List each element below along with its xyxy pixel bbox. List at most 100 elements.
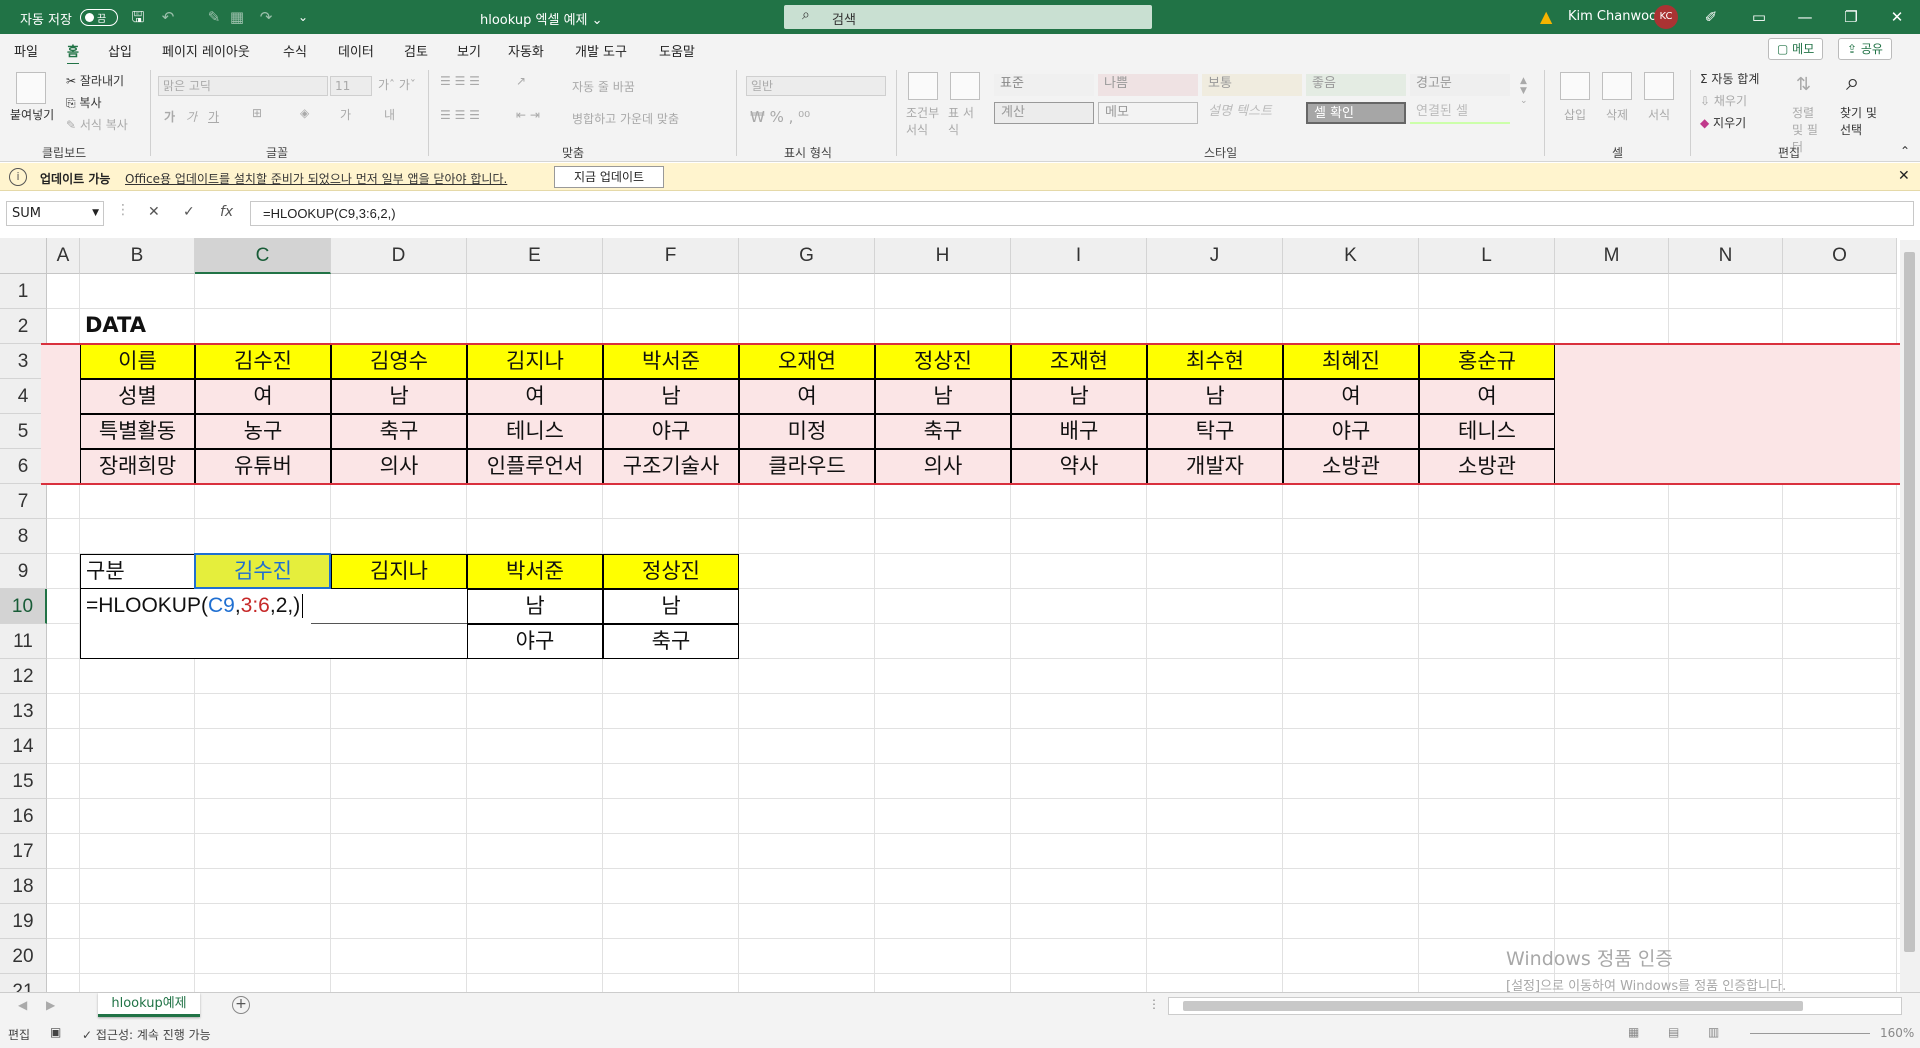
table-cell[interactable]: 장래희망 xyxy=(80,449,195,484)
format-cells-icon[interactable] xyxy=(1644,72,1674,100)
row-header-11[interactable]: 11 xyxy=(0,624,47,659)
delete-cells-icon[interactable] xyxy=(1602,72,1632,100)
phonetic-icon[interactable]: 내 xyxy=(384,106,395,123)
insert-cells-icon[interactable] xyxy=(1560,72,1590,100)
enter-icon[interactable]: ✓ xyxy=(183,204,195,220)
style-explanatory[interactable]: 설명 텍스트 xyxy=(1202,102,1302,124)
style-linked-cell[interactable]: 연결된 셀 xyxy=(1410,102,1510,124)
zoom-slider[interactable] xyxy=(1750,1033,1870,1034)
styles-scroll-icon[interactable]: ▲ ▼ ⌄ xyxy=(1520,76,1528,106)
name-box[interactable]: SUM ▼ xyxy=(6,201,104,226)
zoom-level[interactable]: 160% xyxy=(1880,1026,1914,1040)
name-header-cell[interactable]: 김영수 xyxy=(331,344,467,379)
table-cell[interactable]: 남 xyxy=(1011,379,1147,414)
table-cell[interactable]: 남 xyxy=(875,379,1011,414)
copy-button[interactable]: ⎘ 복사 xyxy=(66,94,102,111)
tab-developer[interactable]: 개발 도구 xyxy=(575,41,627,60)
insert-function-icon[interactable]: fx xyxy=(220,204,233,220)
lookup-header-cell[interactable]: 박서준 xyxy=(467,554,603,589)
table-cell[interactable]: 야구 xyxy=(603,414,739,449)
tab-insert[interactable]: 삽입 xyxy=(108,41,132,60)
name-header-cell[interactable]: 조재현 xyxy=(1011,344,1147,379)
row-header-13[interactable]: 13 xyxy=(0,694,47,729)
close-icon[interactable]: ✕ xyxy=(1874,0,1920,34)
row-header-17[interactable]: 17 xyxy=(0,834,47,869)
table-cell[interactable]: 축구 xyxy=(875,414,1011,449)
lookup-header-cell[interactable]: 김지나 xyxy=(331,554,467,589)
table-cell[interactable]: 의사 xyxy=(875,449,1011,484)
row-header-5[interactable]: 5 xyxy=(0,414,47,449)
collapse-ribbon-icon[interactable]: ⌃ xyxy=(1900,144,1910,158)
row-header-7[interactable]: 7 xyxy=(0,484,47,519)
table-cell[interactable]: 특별활동 xyxy=(80,414,195,449)
table-format-button[interactable]: 표 서식 xyxy=(948,104,974,138)
column-header-h[interactable]: H xyxy=(875,238,1011,274)
indent-icon[interactable]: ⇤ ⇥ xyxy=(516,108,540,122)
table-format-icon[interactable] xyxy=(950,72,980,100)
autosave-toggle[interactable]: 끔 xyxy=(80,9,118,26)
style-bad[interactable]: 나쁨 xyxy=(1098,74,1198,96)
select-all-corner[interactable] xyxy=(0,238,47,274)
column-header-n[interactable]: N xyxy=(1669,238,1783,274)
tab-data[interactable]: 데이터 xyxy=(338,41,374,60)
table-cell[interactable]: 탁구 xyxy=(1147,414,1283,449)
row-header-1[interactable]: 1 xyxy=(0,274,47,309)
name-header-cell[interactable]: 이름 xyxy=(80,344,195,379)
style-good[interactable]: 좋음 xyxy=(1306,74,1406,96)
name-header-cell[interactable]: 김수진 xyxy=(195,344,331,379)
avatar[interactable]: KC xyxy=(1654,5,1678,29)
formula-input[interactable]: =HLOOKUP(C9,3:6,2,) xyxy=(250,201,1914,226)
result-cell[interactable]: 야구 xyxy=(467,624,603,659)
currency-percent-icons[interactable]: ₩ % , ⁰⁰ xyxy=(750,108,810,126)
tab-review[interactable]: 검토 xyxy=(404,41,428,60)
info-message-link[interactable]: Office용 업데이트를 설치할 준비가 되었으나 먼저 일부 앱을 닫아야 … xyxy=(125,170,507,187)
table-cell[interactable]: 성별 xyxy=(80,379,195,414)
autosum-button[interactable]: Σ 자동 합계 xyxy=(1700,70,1759,87)
fill-color-icon[interactable]: ◈ xyxy=(300,106,309,120)
next-sheet-icon[interactable]: ▶ xyxy=(46,998,55,1012)
italic-icon[interactable]: 가 xyxy=(186,108,197,125)
prev-sheet-icon[interactable]: ◀ xyxy=(18,998,27,1012)
tab-help[interactable]: 도움말 xyxy=(659,41,695,60)
scroll-thumb[interactable] xyxy=(1183,1001,1803,1011)
row-header-19[interactable]: 19 xyxy=(0,904,47,939)
document-title[interactable]: hlookup 엑셀 예제 ⌄ xyxy=(480,9,603,28)
conditional-format-icon[interactable] xyxy=(908,72,938,100)
horizontal-scrollbar[interactable] xyxy=(1168,997,1902,1015)
row-header-9[interactable]: 9 xyxy=(0,554,47,589)
table-cell[interactable]: 클라우드 xyxy=(739,449,875,484)
wrap-text-button[interactable]: 자동 줄 바꿈 xyxy=(572,78,635,95)
vertical-scrollbar[interactable] xyxy=(1900,240,1920,992)
row-header-2[interactable]: 2 xyxy=(0,309,47,344)
accessibility-status[interactable]: ✓ 접근성: 계속 진행 가능 xyxy=(82,1026,211,1043)
data-title[interactable]: DATA xyxy=(80,309,280,344)
table-cell[interactable]: 테니스 xyxy=(467,414,603,449)
table-cell[interactable]: 의사 xyxy=(331,449,467,484)
table-cell[interactable]: 남 xyxy=(603,379,739,414)
table-cell[interactable]: 축구 xyxy=(331,414,467,449)
name-header-cell[interactable]: 정상진 xyxy=(875,344,1011,379)
search-box[interactable]: ⌕ 검색 xyxy=(784,5,1152,29)
add-sheet-icon[interactable]: + xyxy=(232,996,250,1014)
spreadsheet-grid[interactable]: ABCDEFGHIJKLMNO 1 2 3 4 5 6 7 8 9 10 11 12 13 14 15 16 1… xyxy=(0,238,1920,992)
page-break-icon[interactable]: ▥ xyxy=(1708,1025,1719,1039)
column-header-m[interactable]: M xyxy=(1555,238,1669,274)
table-cell[interactable]: 여 xyxy=(739,379,875,414)
find-icon[interactable]: ⌕ xyxy=(1846,68,1859,96)
memo-button[interactable]: ▢ 메모 xyxy=(1768,38,1824,60)
row-header-16[interactable]: 16 xyxy=(0,799,47,834)
warning-icon[interactable]: ▲ xyxy=(1540,7,1552,26)
row-header-3[interactable]: 3 xyxy=(0,344,47,379)
table-cell[interactable]: 여 xyxy=(1419,379,1555,414)
tab-page-layout[interactable]: 페이지 레이아웃 xyxy=(162,41,250,60)
restore-icon[interactable]: ❐ xyxy=(1828,0,1874,34)
column-header-k[interactable]: K xyxy=(1283,238,1419,274)
result-cell[interactable]: 남 xyxy=(467,589,603,624)
normal-view-icon[interactable]: ▦ xyxy=(1628,1025,1639,1039)
row-header-20[interactable]: 20 xyxy=(0,939,47,974)
lookup-header-cell[interactable]: 정상진 xyxy=(603,554,739,589)
table-cell[interactable]: 소방관 xyxy=(1283,449,1419,484)
table-icon[interactable]: ▦ xyxy=(226,6,248,28)
bold-icon[interactable]: 가 xyxy=(164,108,175,125)
minimize-icon[interactable]: — xyxy=(1782,0,1828,34)
